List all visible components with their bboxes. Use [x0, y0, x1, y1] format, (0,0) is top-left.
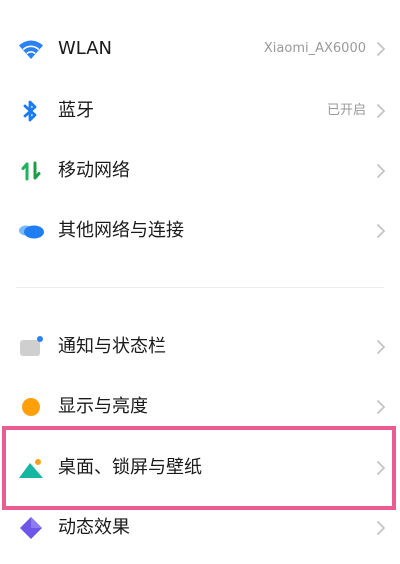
previous-item-cutoff: [0, 0, 400, 8]
chevron-right-icon: [372, 40, 390, 58]
settings-item-label: WLAN: [58, 38, 113, 59]
wifi-icon: [17, 35, 45, 63]
notification-icon: [17, 333, 45, 361]
chevron-right-icon: [372, 162, 390, 180]
chevron-right-icon: [372, 222, 390, 240]
settings-item-label: 通知与状态栏: [58, 336, 166, 357]
settings-item-mobile-network[interactable]: 移动网络: [0, 143, 400, 199]
section-divider: [16, 287, 384, 288]
settings-item-other-networks[interactable]: 其他网络与连接: [0, 203, 400, 259]
settings-item-bluetooth[interactable]: 蓝牙 已开启: [0, 83, 400, 139]
settings-item-label: 蓝牙: [58, 100, 94, 121]
chevron-right-icon: [372, 338, 390, 356]
settings-item-label: 其他网络与连接: [58, 220, 184, 241]
settings-item-value: Xiaomi_AX6000: [263, 41, 366, 56]
highlight-box: [2, 426, 396, 510]
settings-item-label: 移动网络: [58, 160, 130, 181]
display-icon: [17, 393, 45, 421]
chevron-right-icon: [372, 519, 390, 537]
settings-screen: WLAN Xiaomi_AX6000 蓝牙 已开启 移动网络 其他网络与连接 通…: [0, 0, 400, 564]
mobile-network-icon: [17, 157, 45, 185]
settings-item-value: 已开启: [326, 103, 366, 118]
settings-item-notifications[interactable]: 通知与状态栏: [0, 319, 400, 375]
effects-icon: [17, 514, 45, 542]
bluetooth-icon: [17, 97, 45, 125]
chevron-right-icon: [372, 102, 390, 120]
cloud-icon: [17, 217, 45, 245]
settings-item-wlan[interactable]: WLAN Xiaomi_AX6000: [0, 21, 400, 77]
chevron-right-icon: [372, 398, 390, 416]
